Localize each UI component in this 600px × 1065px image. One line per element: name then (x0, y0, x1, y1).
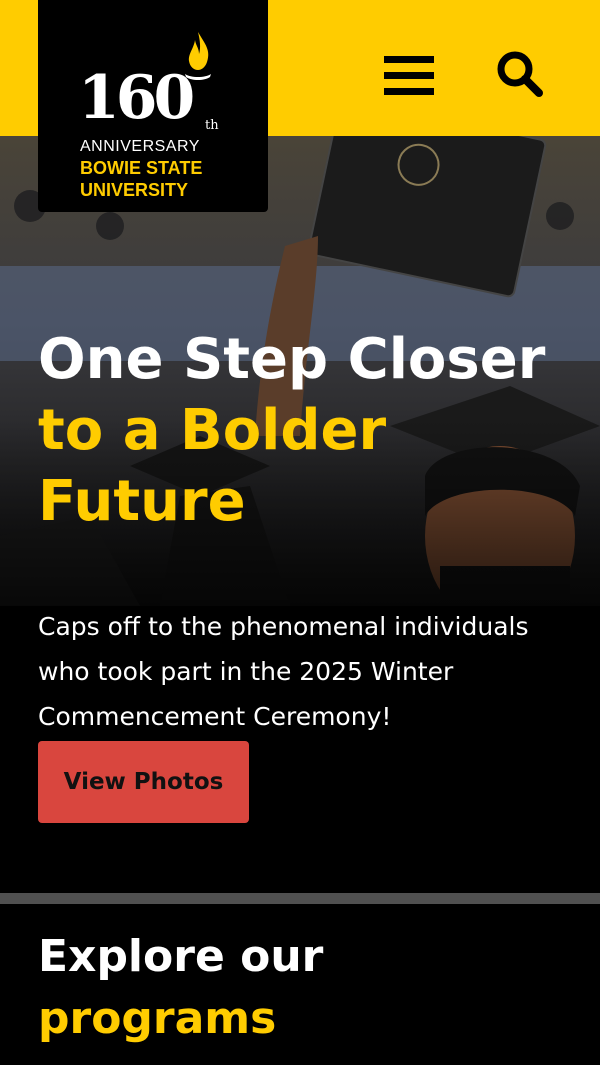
menu-button[interactable] (384, 52, 434, 98)
hero-title: One Step Closer to a Bolder Future (38, 324, 578, 537)
hero-title-line2: to a Bolder (38, 398, 387, 463)
explore-heading-line2: programs (38, 993, 277, 1044)
hero-description: Caps off to the phenomenal individuals w… (38, 612, 529, 731)
search-icon (497, 51, 543, 97)
explore-heading-line1: Explore our (38, 931, 324, 982)
logo-number: 160 (78, 63, 195, 133)
menu-bar-bottom (384, 88, 434, 95)
page: 160 th ANNIVERSARY BOWIE STATE UNIVERSIT… (0, 0, 600, 1065)
view-photos-button[interactable]: View Photos (38, 741, 249, 823)
menu-bar-top (384, 56, 434, 63)
university-logo[interactable]: 160 th ANNIVERSARY BOWIE STATE UNIVERSIT… (38, 0, 268, 212)
explore-programs-heading: Explore our programs (38, 926, 323, 1050)
logo-university-line1: BOWIE STATE (80, 158, 203, 178)
hero-title-line3: Future (38, 469, 246, 534)
hero-title-line1: One Step Closer (38, 327, 546, 392)
search-button[interactable] (494, 48, 544, 98)
logo-suffix: th (205, 118, 219, 133)
menu-bar-middle (384, 72, 434, 79)
logo-university-line2: UNIVERSITY (80, 180, 189, 200)
section-divider (0, 893, 600, 904)
logo-anniversary-text: ANNIVERSARY (80, 138, 200, 155)
